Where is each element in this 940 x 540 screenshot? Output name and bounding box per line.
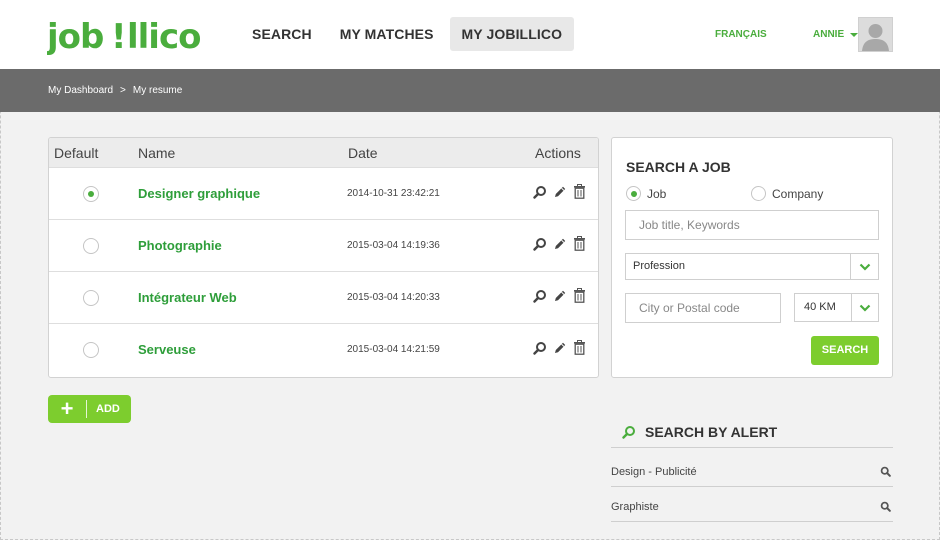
edit-pencil-icon[interactable] bbox=[553, 341, 567, 355]
default-radio[interactable] bbox=[83, 290, 99, 306]
nav-search[interactable]: SEARCH bbox=[240, 17, 324, 51]
keywords-input[interactable]: Job title, Keywords bbox=[625, 210, 879, 240]
resume-date: 2015-03-04 14:20:33 bbox=[347, 292, 440, 303]
avatar[interactable] bbox=[858, 17, 893, 52]
type-job-radio[interactable] bbox=[626, 186, 641, 201]
distance-value: 40 KM bbox=[804, 301, 836, 313]
resume-name-link[interactable]: Photographie bbox=[138, 238, 222, 253]
user-name: ANNIE bbox=[813, 29, 845, 40]
default-radio[interactable] bbox=[83, 342, 99, 358]
search-icon bbox=[622, 426, 635, 439]
avatar-placeholder-icon bbox=[859, 18, 892, 51]
row-actions bbox=[533, 236, 586, 251]
caret-down-icon bbox=[850, 32, 859, 37]
chevron-down-icon bbox=[850, 254, 878, 279]
col-actions: Actions bbox=[535, 145, 581, 161]
language-switch[interactable]: FRANÇAIS bbox=[715, 29, 767, 40]
table-row: Intégrateur Web 2015-03-04 14:20:33 bbox=[49, 271, 598, 323]
col-name: Name bbox=[138, 145, 176, 161]
trash-icon[interactable] bbox=[573, 184, 586, 199]
breadcrumb-bar: My Dashboard > My resume bbox=[0, 69, 940, 112]
trash-icon[interactable] bbox=[573, 288, 586, 303]
nav-my-jobillico[interactable]: MY JOBILLICO bbox=[449, 17, 575, 51]
search-icon[interactable] bbox=[533, 237, 547, 251]
trash-icon[interactable] bbox=[573, 340, 586, 355]
edit-pencil-icon[interactable] bbox=[553, 185, 567, 199]
svg-text:job: job bbox=[47, 17, 103, 57]
search-icon[interactable] bbox=[880, 466, 891, 477]
search-by-alert-header: SEARCH BY ALERT bbox=[611, 413, 893, 448]
resume-name-link[interactable]: Designer graphique bbox=[138, 186, 260, 201]
svg-text:!: ! bbox=[111, 17, 127, 57]
resume-date: 2014-10-31 23:42:21 bbox=[347, 188, 440, 199]
col-default: Default bbox=[54, 145, 99, 161]
type-company-radio[interactable] bbox=[751, 186, 766, 201]
search-button[interactable]: SEARCH bbox=[811, 336, 879, 365]
row-actions bbox=[533, 288, 586, 303]
search-job-title: SEARCH A JOB bbox=[626, 159, 731, 175]
search-job-panel: SEARCH A JOB Job Company Job title, Keyw… bbox=[611, 137, 893, 378]
add-label: ADD bbox=[96, 403, 120, 415]
type-job-label: Job bbox=[647, 186, 667, 201]
alert-item[interactable]: Design - Publicité bbox=[611, 452, 893, 487]
search-by-alert-title: SEARCH BY ALERT bbox=[645, 424, 778, 440]
profession-select[interactable]: Profession bbox=[625, 253, 879, 280]
table-header: Default Name Date Actions bbox=[49, 138, 598, 168]
add-resume-button[interactable]: + ADD bbox=[48, 395, 131, 423]
main-nav: SEARCH MY MATCHES MY JOBILLICO bbox=[240, 17, 575, 51]
profession-value: Profession bbox=[633, 260, 685, 272]
nav-my-matches[interactable]: MY MATCHES bbox=[328, 17, 446, 51]
resume-date: 2015-03-04 14:19:36 bbox=[347, 240, 440, 251]
distance-select[interactable]: 40 KM bbox=[794, 293, 879, 322]
alert-item[interactable]: Graphiste bbox=[611, 487, 893, 522]
top-header: job ! llico SEARCH MY MATCHES MY JOBILLI… bbox=[0, 0, 940, 69]
table-row: Designer graphique 2014-10-31 23:42:21 bbox=[49, 167, 598, 219]
alert-label: Graphiste bbox=[611, 501, 659, 513]
svg-text:llico: llico bbox=[127, 17, 200, 57]
type-company-option[interactable]: Company bbox=[751, 186, 823, 201]
jobillico-logo[interactable]: job ! llico bbox=[45, 12, 212, 60]
search-icon[interactable] bbox=[880, 501, 891, 512]
breadcrumb-current: My resume bbox=[132, 85, 183, 96]
row-actions bbox=[533, 184, 586, 199]
col-date: Date bbox=[348, 145, 378, 161]
table-row: Photographie 2015-03-04 14:19:36 bbox=[49, 219, 598, 271]
edit-pencil-icon[interactable] bbox=[553, 237, 567, 251]
default-radio[interactable] bbox=[83, 238, 99, 254]
resume-name-link[interactable]: Serveuse bbox=[138, 342, 196, 357]
location-input[interactable]: City or Postal code bbox=[625, 293, 781, 323]
breadcrumb-separator: > bbox=[120, 85, 126, 96]
edit-pencil-icon[interactable] bbox=[553, 289, 567, 303]
search-icon[interactable] bbox=[533, 341, 547, 355]
user-menu[interactable]: ANNIE bbox=[813, 29, 859, 40]
plus-icon: + bbox=[60, 396, 74, 421]
resume-table: Default Name Date Actions Designer graph… bbox=[48, 137, 599, 378]
resume-name-link[interactable]: Intégrateur Web bbox=[138, 290, 237, 305]
search-icon[interactable] bbox=[533, 185, 547, 199]
trash-icon[interactable] bbox=[573, 236, 586, 251]
type-company-label: Company bbox=[772, 186, 824, 201]
resume-date: 2015-03-04 14:21:59 bbox=[347, 344, 440, 355]
breadcrumb: My Dashboard > My resume bbox=[48, 85, 182, 96]
search-icon[interactable] bbox=[533, 289, 547, 303]
alert-label: Design - Publicité bbox=[611, 466, 697, 478]
chevron-down-icon bbox=[851, 294, 878, 321]
breadcrumb-dashboard[interactable]: My Dashboard bbox=[48, 85, 113, 96]
type-job-option[interactable]: Job bbox=[626, 186, 666, 201]
row-actions bbox=[533, 340, 586, 355]
default-radio[interactable] bbox=[83, 186, 99, 202]
table-row: Serveuse 2015-03-04 14:21:59 bbox=[49, 323, 598, 375]
